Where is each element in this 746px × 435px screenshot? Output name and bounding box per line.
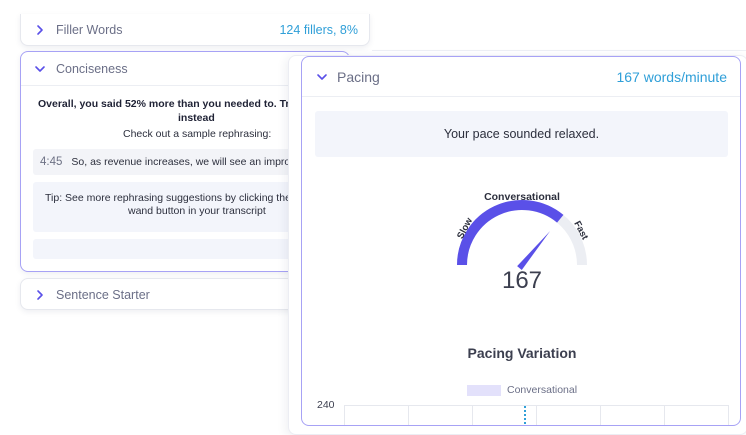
quote-text: So, as revenue increases, we will see an…: [71, 156, 296, 168]
pace-feedback: Your pace sounded relaxed.: [315, 111, 728, 157]
filler-words-value: 124 fillers, 8%: [279, 23, 358, 37]
grid-line: [408, 406, 409, 425]
y-axis-tick-240: 240: [317, 399, 335, 411]
pacing-panel: Pacing 167 words/minute Your pace sounde…: [301, 56, 741, 426]
legend-label: Conversational: [507, 384, 578, 396]
chevron-right-icon: [37, 290, 43, 300]
pacing-variation-title: Pacing Variation: [467, 345, 577, 361]
grid-line: [472, 406, 473, 425]
gauge-top-label: Conversational: [484, 191, 560, 203]
top-divider: [372, 50, 746, 51]
conciseness-label: Conciseness: [56, 61, 128, 76]
chevron-right-icon: [37, 25, 43, 35]
pacing-label: Pacing: [337, 68, 380, 85]
grid-line: [536, 406, 537, 425]
chart-legend: Conversational: [467, 384, 577, 396]
gauge-needle: [517, 231, 551, 270]
filler-words-label: Filler Words: [56, 23, 123, 37]
legend-swatch: [467, 384, 501, 396]
grid-line: [600, 406, 601, 425]
filler-words-card[interactable]: Filler Words 124 fillers, 8%: [20, 14, 370, 46]
chevron-down-icon: [35, 65, 45, 72]
grid-line: [728, 406, 729, 425]
chevron-down-icon: [317, 73, 327, 80]
grid-line: [664, 406, 665, 425]
pace-gauge: Conversational Slow Fast 167: [442, 185, 602, 305]
chart-plot-area: [344, 405, 729, 425]
gauge-fill: [457, 200, 564, 266]
rephrase-prompt: Check out a sample rephrasing:: [123, 128, 272, 140]
gauge-track: [457, 200, 587, 266]
gauge-reading: 167: [501, 267, 543, 294]
current-position-marker: [524, 406, 526, 425]
grid-line: [344, 406, 345, 425]
quote-timestamp: 4:45: [40, 156, 63, 168]
pacing-value: 167 words/minute: [616, 69, 727, 85]
sentence-starter-label: Sentence Starter: [56, 288, 150, 302]
